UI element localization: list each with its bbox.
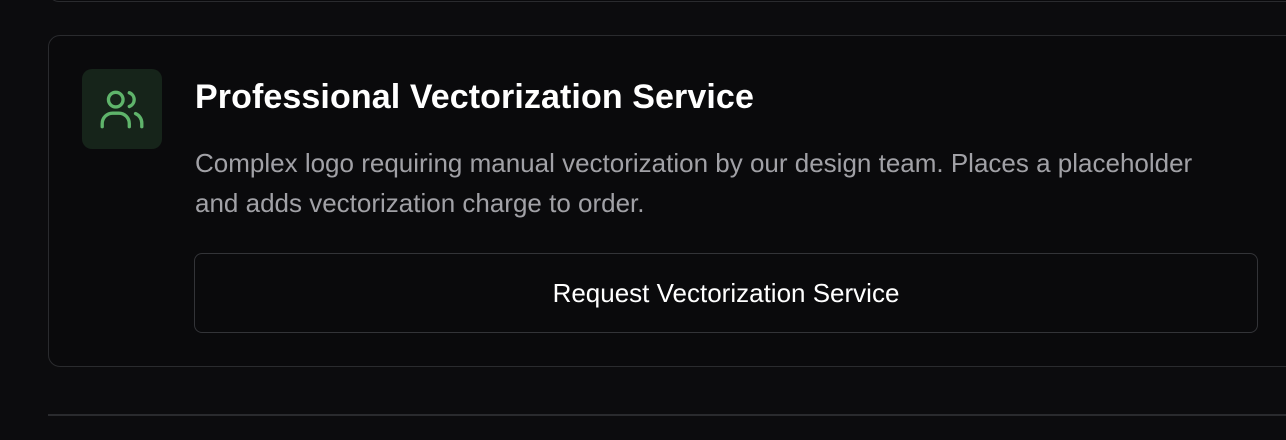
previous-card bbox=[48, 0, 1286, 2]
page: Professional Vectorization Service Compl… bbox=[0, 0, 1286, 440]
service-description: Complex logo requiring manual vectorizat… bbox=[195, 148, 1193, 218]
users-icon bbox=[100, 90, 144, 129]
icon-tile bbox=[82, 69, 162, 149]
request-vectorization-button[interactable]: Request Vectorization Service bbox=[194, 253, 1258, 333]
divider bbox=[48, 414, 1286, 416]
service-title: Professional Vectorization Service bbox=[195, 78, 754, 116]
